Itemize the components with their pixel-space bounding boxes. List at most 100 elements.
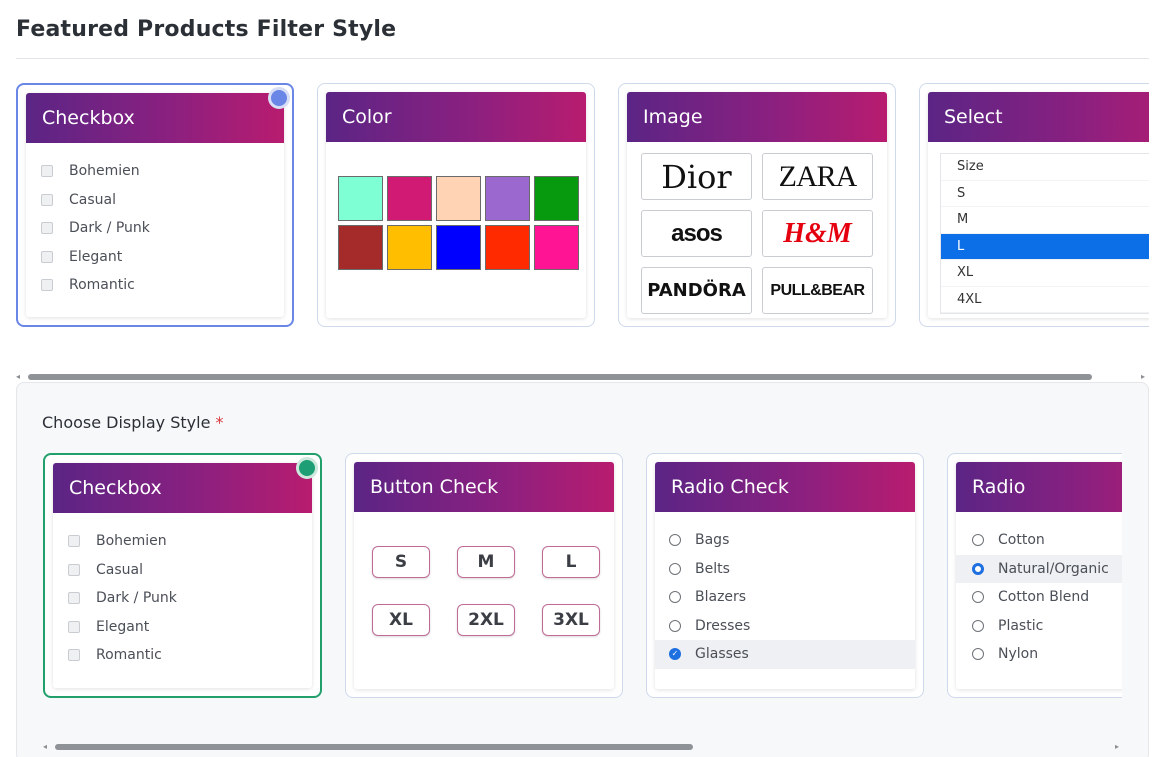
list-item: Bohemien bbox=[67, 527, 298, 556]
select-listbox: Size S M L XL 4XL bbox=[940, 153, 1168, 314]
color-swatch bbox=[485, 225, 530, 270]
list-item: Cotton Blend bbox=[956, 583, 1147, 612]
overflow-mask bbox=[1149, 60, 1168, 360]
card-preview: Color bbox=[326, 92, 586, 318]
size-button: XL bbox=[372, 604, 430, 636]
display-style-card-radio[interactable]: Radio Cotton Natural/Organic Cotton Blen… bbox=[947, 453, 1147, 698]
list-item: Bags bbox=[655, 526, 915, 555]
color-swatch bbox=[436, 225, 481, 270]
filter-style-card-image[interactable]: Image Dior ZARA asos H&M PANDÖRA PULL&BE… bbox=[618, 83, 896, 327]
brand-name: asos bbox=[671, 219, 723, 247]
card-preview: Select Size S M L XL 4XL bbox=[928, 92, 1168, 318]
option-label: Cotton Blend bbox=[998, 589, 1090, 606]
label-text: Choose Display Style bbox=[42, 413, 211, 432]
checkbox-icon bbox=[41, 193, 53, 206]
size-button: 2XL bbox=[457, 604, 515, 636]
title-divider bbox=[16, 58, 1149, 59]
select-option: M bbox=[941, 207, 1168, 234]
option-label: Bohemien bbox=[69, 163, 140, 180]
list-item: Casual bbox=[40, 186, 270, 215]
brand-logo-pullbear: PULL&BEAR bbox=[762, 267, 873, 314]
radio-icon bbox=[972, 648, 984, 661]
brand-logo-pandora: PANDÖRA bbox=[641, 267, 752, 314]
filter-style-card-select[interactable]: Select Size S M L XL 4XL bbox=[919, 83, 1168, 327]
color-swatch bbox=[338, 225, 383, 270]
list-item: Plastic bbox=[956, 612, 1147, 641]
brand-logo-zara: ZARA bbox=[762, 153, 873, 200]
list-item-checked: ✓ Glasses bbox=[655, 640, 915, 669]
card-header: Image bbox=[627, 92, 887, 142]
card-preview: Checkbox Bohemien Casual Dark / Punk Ele… bbox=[26, 93, 284, 317]
checkbox-icon bbox=[41, 279, 53, 292]
option-label: Bags bbox=[695, 532, 730, 549]
option-label: Plastic bbox=[998, 617, 1044, 634]
filter-style-card-checkbox[interactable]: Checkbox Bohemien Casual Dark / Punk Ele… bbox=[16, 83, 294, 327]
radio-selected-icon bbox=[972, 562, 984, 575]
card-header: Button Check bbox=[354, 462, 614, 512]
scroll-left-arrow-icon[interactable]: ◂ bbox=[43, 742, 47, 752]
card-preview: Button Check S M L XL 2XL 3XL bbox=[354, 462, 614, 689]
list-item: Dark / Punk bbox=[40, 214, 270, 243]
card-header: Radio bbox=[956, 462, 1147, 512]
brand-name: PULL&BEAR bbox=[770, 281, 865, 299]
list-item: Elegant bbox=[67, 613, 298, 642]
option-label: Belts bbox=[695, 560, 730, 577]
option-label: Natural/Organic bbox=[998, 560, 1109, 577]
selected-indicator-icon bbox=[296, 457, 318, 479]
card-header: Checkbox bbox=[53, 463, 312, 513]
option-label: Dresses bbox=[695, 617, 751, 634]
list-item: Nylon bbox=[956, 640, 1147, 669]
display-style-card-button-check[interactable]: Button Check S M L XL 2XL 3XL bbox=[345, 453, 623, 698]
size-button: L bbox=[542, 546, 600, 578]
scroll-right-arrow-icon[interactable]: ▸ bbox=[1141, 372, 1145, 382]
checkbox-icon bbox=[68, 535, 80, 548]
size-button: 3XL bbox=[542, 604, 600, 636]
list-item: Casual bbox=[67, 556, 298, 585]
card-header: Radio Check bbox=[655, 462, 915, 512]
brand-logo-dior: Dior bbox=[641, 153, 752, 200]
card-preview: Radio Cotton Natural/Organic Cotton Blen… bbox=[956, 462, 1147, 689]
select-option: Size bbox=[941, 154, 1168, 181]
radio-check-list: Bags Belts Blazers Dresses ✓ Glasses bbox=[655, 512, 915, 683]
size-button: M bbox=[457, 546, 515, 578]
option-label: Casual bbox=[96, 561, 143, 578]
brand-logo-asos: asos bbox=[641, 210, 752, 257]
checkbox-icon bbox=[68, 649, 80, 662]
list-item: Dark / Punk bbox=[67, 584, 298, 613]
color-swatch bbox=[534, 176, 579, 221]
option-label: Blazers bbox=[695, 589, 747, 606]
card-header: Color bbox=[326, 92, 586, 142]
scrollbar-thumb[interactable] bbox=[55, 744, 693, 750]
color-swatch bbox=[436, 176, 481, 221]
scroll-left-arrow-icon[interactable]: ◂ bbox=[16, 372, 20, 382]
brand-name: ZARA bbox=[778, 159, 858, 193]
option-label: Glasses bbox=[695, 646, 749, 663]
filter-style-card-color[interactable]: Color bbox=[317, 83, 595, 327]
card-preview: Checkbox Bohemien Casual Dark / Punk Ele… bbox=[53, 463, 312, 688]
selected-indicator-icon bbox=[268, 87, 290, 109]
display-style-card-radio-check[interactable]: Radio Check Bags Belts Blazers Dresses ✓… bbox=[646, 453, 924, 698]
page-title: Featured Products Filter Style bbox=[16, 17, 397, 42]
checkbox-list: Bohemien Casual Dark / Punk Elegant Roma… bbox=[26, 143, 284, 314]
list-item: Elegant bbox=[40, 243, 270, 272]
checkbox-icon bbox=[68, 592, 80, 605]
color-swatch bbox=[338, 176, 383, 221]
brand-name: Dior bbox=[661, 157, 732, 196]
scroll-right-arrow-icon[interactable]: ▸ bbox=[1115, 742, 1119, 752]
display-style-card-checkbox[interactable]: Checkbox Bohemien Casual Dark / Punk Ele… bbox=[43, 453, 322, 698]
card-header: Select bbox=[928, 92, 1168, 142]
top-horizontal-scrollbar[interactable]: ◂ ▸ bbox=[16, 372, 1149, 382]
radio-icon bbox=[972, 534, 984, 547]
option-label: Bohemien bbox=[96, 533, 167, 550]
checkbox-icon bbox=[41, 222, 53, 235]
radio-icon bbox=[972, 619, 984, 632]
option-label: Romantic bbox=[69, 277, 135, 294]
brand-name: PANDÖRA bbox=[647, 280, 746, 301]
list-item: Cotton bbox=[956, 526, 1147, 555]
size-button-grid: S M L XL 2XL 3XL bbox=[372, 546, 600, 636]
scrollbar-thumb[interactable] bbox=[28, 374, 1092, 380]
panel-horizontal-scrollbar[interactable]: ◂ ▸ bbox=[43, 742, 1123, 752]
brand-name: H&M bbox=[783, 217, 852, 249]
list-item: Dresses bbox=[655, 612, 915, 641]
list-item: Blazers bbox=[655, 583, 915, 612]
